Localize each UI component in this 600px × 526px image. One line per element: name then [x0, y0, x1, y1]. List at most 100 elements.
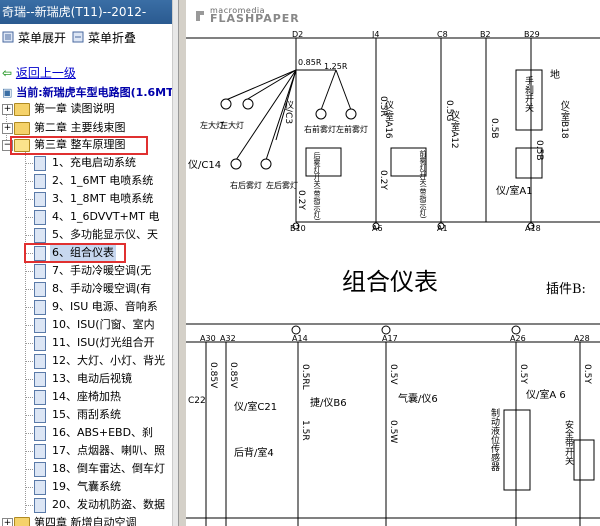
wire-label: 0.5B: [489, 118, 499, 139]
tree-item[interactable]: 1、充电启动系统: [0, 154, 172, 172]
expand-plus-icon[interactable]: +: [2, 104, 13, 115]
tree-item[interactable]: 16、ABS+EBD、刹: [0, 424, 172, 442]
connector-label: 插件B:: [546, 282, 586, 297]
wire-label: 1.25R: [324, 62, 348, 71]
document-icon: [34, 426, 46, 441]
tree-item[interactable]: 9、ISU 电源、音响系: [0, 298, 172, 316]
pin-label: J4: [372, 30, 380, 39]
wire-label: 0.5B: [534, 140, 544, 161]
current-location: ▣ 当前:新瑞虎车型电路图(1.6MT: [2, 84, 174, 100]
wire-label: 0.2Y: [296, 190, 306, 210]
chapter-highlight-box: [10, 136, 148, 155]
navigation-pane: 奇瑞--新瑞虎(T11)--2012- 菜单展开 菜单折叠 ⇦ 返回上一级 ▣ …: [0, 0, 178, 526]
pin-label: B2: [480, 30, 491, 39]
document-icon: [34, 174, 46, 189]
tree-item[interactable]: 20、发动机防盗、数据: [0, 496, 172, 514]
tree-item[interactable]: 8、手动冷暖空调(有: [0, 280, 172, 298]
pin-label: A6: [372, 224, 383, 233]
window-title: 奇瑞--新瑞虎(T11)--2012-: [0, 0, 178, 24]
document-icon: [34, 408, 46, 423]
tree-item[interactable]: 5、多功能显示仪、天: [0, 226, 172, 244]
folder-icon: [14, 103, 30, 116]
document-icon: [34, 318, 46, 333]
tree-chapter-label: 第一章 读图说明: [34, 102, 115, 115]
expand-plus-icon[interactable]: +: [2, 518, 13, 526]
pin-label: B29: [524, 30, 540, 39]
tree-item[interactable]: 3、1_8MT 电喷系统: [0, 190, 172, 208]
expand-menu-button[interactable]: 菜单展开: [2, 30, 66, 46]
tree-item[interactable]: 11、ISU(灯光组合开: [0, 334, 172, 352]
wire-label: 0.5V: [388, 364, 398, 385]
collapse-menu-button[interactable]: 菜单折叠: [72, 30, 136, 46]
pin-label: A1: [437, 224, 448, 233]
diagram-title: 组合仪表: [342, 268, 438, 296]
component-label: 右后雾灯: [230, 181, 262, 190]
tree-item[interactable]: 2、1_6MT 电喷系统: [0, 172, 172, 190]
document-icon: [34, 192, 46, 207]
tree-item[interactable]: 10、ISU(门窗、室内: [0, 316, 172, 334]
wire-label: 0.85V: [228, 362, 238, 389]
pin-label: A26: [510, 334, 526, 343]
tree-item-label: 11、ISU(灯光组合开: [52, 336, 155, 349]
document-viewer: macromedia FLASHPAPER D2 J4 C8 B2 B29 B1…: [186, 0, 600, 526]
tree-chapter-4[interactable]: + 第四章 新增自动空调: [0, 514, 172, 526]
tree-chapter-label: 第四章 新增自动空调: [34, 516, 137, 526]
expand-plus-icon[interactable]: +: [2, 123, 13, 134]
connector-ref: 捷/仪B6: [310, 398, 347, 409]
pin-label: B10: [290, 224, 306, 233]
expand-menu-label: 菜单展开: [18, 31, 67, 45]
pin-label: A30: [200, 334, 216, 343]
wire-label: 0.85R: [298, 58, 322, 67]
document-icon: [34, 354, 46, 369]
tree-item[interactable]: 7、手动冷暖空调(无: [0, 262, 172, 280]
tree-chapter-1[interactable]: + 第一章 读图说明: [0, 100, 172, 118]
component-label: 左前雾灯: [336, 125, 368, 134]
return-up-label: 返回上一级: [15, 66, 76, 80]
document-icon: [34, 282, 46, 297]
wire-label: 0.5W: [388, 420, 398, 444]
tree-item[interactable]: 17、点烟器、喇叭、照: [0, 442, 172, 460]
tree-chapter-2[interactable]: + 第二章 主要线束图: [0, 119, 172, 137]
return-up-link[interactable]: ⇦ 返回上一级: [2, 64, 76, 81]
pin-label: A18: [525, 224, 541, 233]
connector-ref: 仪/C14: [188, 160, 222, 171]
document-icon: [34, 480, 46, 495]
tree-item[interactable]: 19、气囊系统: [0, 478, 172, 496]
tree-item[interactable]: 4、1_6DVVT+MT 电: [0, 208, 172, 226]
pin-label: D2: [292, 30, 304, 39]
collapse-menu-label: 菜单折叠: [88, 31, 137, 45]
component-label: 右前雾灯: [304, 125, 336, 134]
document-icon: [34, 372, 46, 387]
tree-item[interactable]: 14、座椅加热: [0, 388, 172, 406]
tree-item[interactable]: 18、倒车雷达、倒车灯: [0, 460, 172, 478]
tree-item[interactable]: 15、雨刮系统: [0, 406, 172, 424]
connector-ref: 仪/室A16: [383, 100, 393, 139]
document-icon: [34, 444, 46, 459]
connector-ref: 仪/室A12: [449, 110, 459, 149]
tree-item[interactable]: 13、电动后视镜: [0, 370, 172, 388]
component-label: 制动液位传感器: [489, 408, 499, 471]
collapse-icon: [72, 31, 84, 43]
tree-item-label: 14、座椅加热: [52, 390, 121, 403]
pin-label: A17: [382, 334, 398, 343]
connector-ref: C22: [188, 396, 206, 406]
current-location-icon: ▣: [2, 86, 13, 99]
tree-item-label: 13、电动后视镜: [52, 372, 132, 385]
tree-item-label: 10、ISU(门窗、室内: [52, 318, 155, 331]
wire-label: 0.2Y: [378, 170, 388, 190]
component-label: 安全带开关: [563, 420, 573, 465]
wire-label: 0.5RL: [300, 364, 310, 390]
connector-ref: 气囊/仪6: [398, 394, 438, 405]
document-icon: [34, 156, 46, 171]
component-label: 前雾灯开关(带指示灯): [419, 150, 427, 219]
wire-label: 0.5Y: [518, 364, 528, 384]
document-icon: [34, 210, 46, 225]
tree-item-label: 18、倒车雷达、倒车灯: [52, 462, 165, 475]
pin-label: A32: [220, 334, 236, 343]
document-icon: [34, 336, 46, 351]
tree-item[interactable]: 12、大灯、小灯、背光: [0, 352, 172, 370]
document-icon: [34, 264, 46, 279]
tree-item-label: 3、1_8MT 电喷系统: [52, 192, 154, 205]
document-icon: [34, 390, 46, 405]
tree-item-label: 2、1_6MT 电喷系统: [52, 174, 154, 187]
